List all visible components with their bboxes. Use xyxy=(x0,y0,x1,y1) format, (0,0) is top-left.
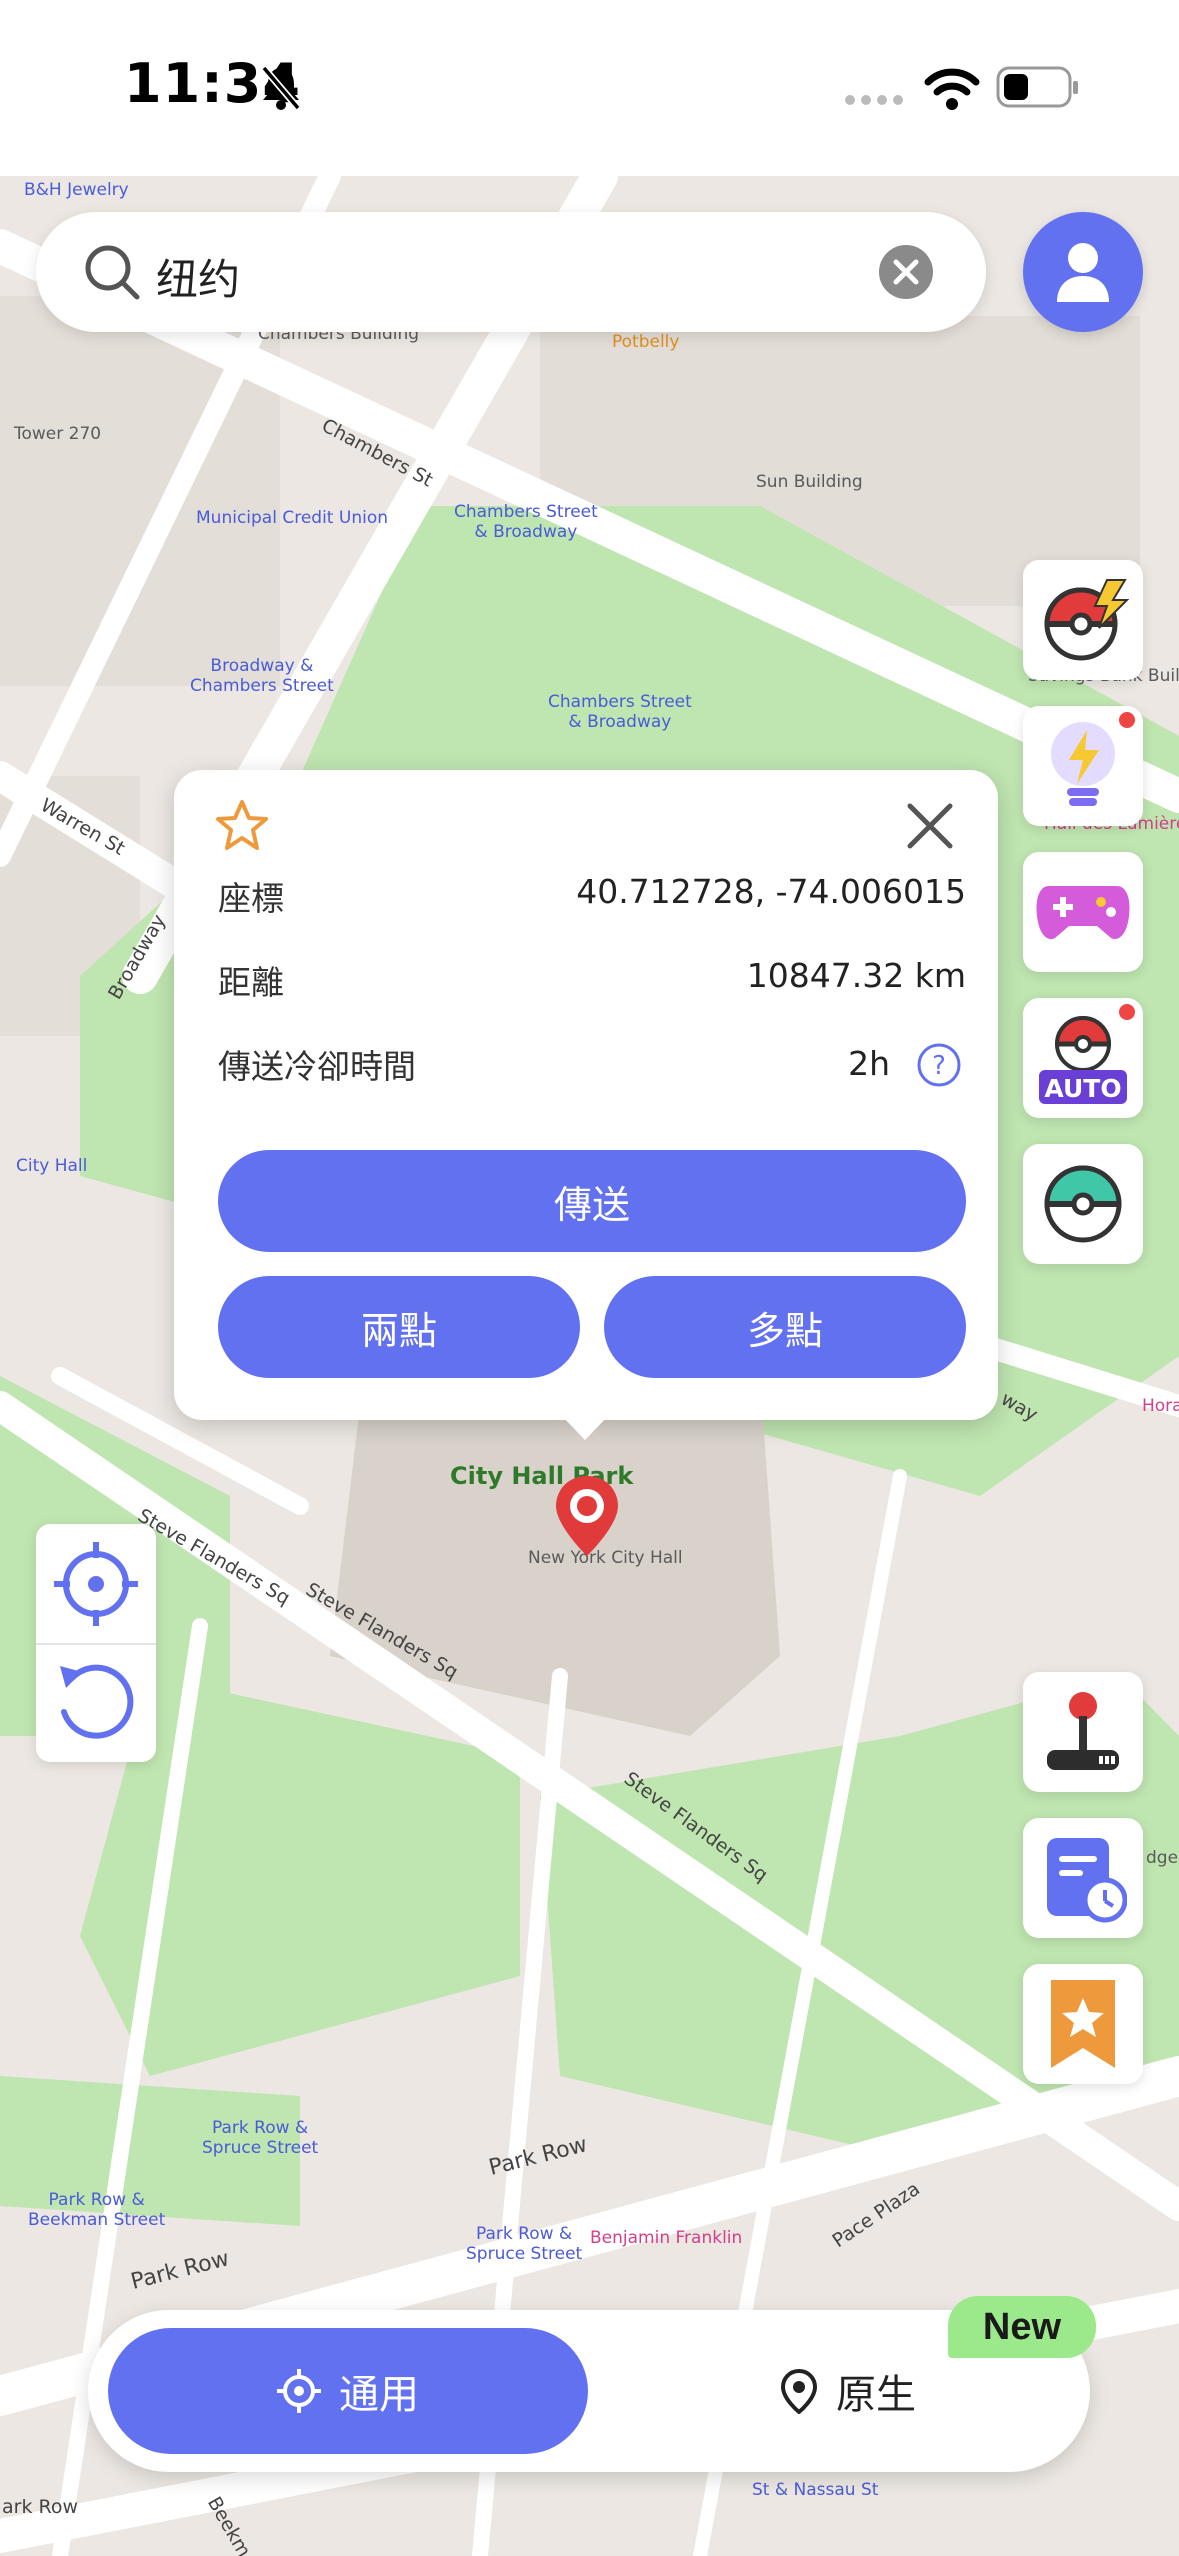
user-icon xyxy=(1057,243,1109,302)
distance-value: 10847.32 km xyxy=(746,956,966,995)
search-icon xyxy=(85,245,140,300)
pokeball-lightning-icon xyxy=(1044,579,1129,661)
search-input[interactable]: 纽约 xyxy=(156,246,240,307)
transit-label: Chambers Street & Broadway xyxy=(548,692,692,732)
divider xyxy=(36,1643,156,1645)
search-bar[interactable]: 纽约 xyxy=(36,212,986,332)
lightbulb-icon xyxy=(1051,722,1115,806)
wifi-icon xyxy=(924,68,980,110)
profile-button[interactable] xyxy=(1023,212,1143,332)
transit-label: Broadway & Chambers Street xyxy=(190,656,334,696)
coordinate-label: 座標 xyxy=(218,879,284,918)
help-icon[interactable]: ? xyxy=(916,1042,962,1088)
distance-label: 距離 xyxy=(218,963,284,1002)
favorites-button[interactable] xyxy=(1023,1964,1143,2084)
battery-icon xyxy=(996,66,1078,108)
favorite-bookmark-icon xyxy=(1051,1980,1115,2068)
transit-label: St & Nassau St xyxy=(752,2480,879,2500)
popup-pointer xyxy=(560,1414,610,1440)
mode-general-button[interactable]: 通用 xyxy=(108,2328,588,2454)
gamepad-button[interactable] xyxy=(1023,852,1143,972)
locate-me-icon[interactable] xyxy=(52,1538,140,1630)
history-list-icon xyxy=(1047,1838,1127,1923)
history-button[interactable] xyxy=(1023,1818,1143,1938)
transit-label: Park Row & Spruce Street xyxy=(466,2224,583,2264)
map-label: Sun Building xyxy=(756,472,863,492)
joystick-button[interactable] xyxy=(1023,1672,1143,1792)
coordinate-value: 40.712728, -74.006015 xyxy=(576,872,966,911)
notification-dot xyxy=(1119,712,1135,728)
transit-label: Chambers Street & Broadway xyxy=(454,502,598,542)
crosshair-icon xyxy=(277,2369,321,2413)
map-label: Benjamin Franklin xyxy=(590,2228,743,2248)
reset-icon[interactable] xyxy=(54,1658,138,1746)
cooldown-label: 傳送冷卻時間 xyxy=(218,1047,416,1086)
cooldown-value: 2h xyxy=(848,1044,890,1083)
mode-general-label: 通用 xyxy=(339,2372,419,2418)
lightbulb-button[interactable] xyxy=(1023,706,1143,826)
map-label: Municipal Credit Union xyxy=(196,508,388,528)
star-outline-icon[interactable] xyxy=(214,798,270,854)
new-badge: New xyxy=(948,2296,1096,2358)
transit-label: Park Row & Beekman Street xyxy=(28,2190,166,2230)
svg-text:?: ? xyxy=(932,1051,946,1081)
mode-native-label: 原生 xyxy=(836,2372,916,2418)
street-label: ark Row xyxy=(2,2496,79,2518)
map-label: Hora xyxy=(1142,1396,1179,1416)
map-pin-icon xyxy=(780,2368,818,2414)
multi-point-button[interactable]: 多點 xyxy=(604,1276,966,1378)
transit-label: City Hall xyxy=(16,1156,88,1176)
pokeball-teal-icon xyxy=(1044,1165,1122,1243)
signal-icon xyxy=(845,95,903,105)
pokeball-auto-button[interactable]: AUTO xyxy=(1023,998,1143,1118)
map-label: dge- xyxy=(1146,1848,1179,1868)
map-controls xyxy=(36,1524,156,1762)
notification-dot xyxy=(1119,1004,1135,1020)
mode-switcher: 通用 原生 xyxy=(88,2310,1090,2472)
clear-search-icon[interactable] xyxy=(878,244,934,300)
gamepad-icon xyxy=(1036,886,1130,940)
bell-slash-icon xyxy=(261,65,301,111)
auto-badge-text: AUTO xyxy=(1044,1074,1121,1103)
status-bar: 11:34 xyxy=(0,0,1179,176)
pokeball-auto-icon: AUTO xyxy=(1039,1016,1127,1104)
map-label: Tower 270 xyxy=(14,424,102,444)
two-point-button[interactable]: 兩點 xyxy=(218,1276,580,1378)
map-label: B&H Jewelry xyxy=(24,180,129,200)
transit-label: Park Row & Spruce Street xyxy=(202,2118,319,2158)
pokeball-teal-button[interactable] xyxy=(1023,1144,1143,1264)
close-icon[interactable] xyxy=(904,800,956,852)
joystick-icon xyxy=(1047,1692,1119,1770)
location-popup: 座標 40.712728, -74.006015 距離 10847.32 km … xyxy=(174,770,998,1420)
teleport-button[interactable]: 傳送 xyxy=(218,1150,966,1252)
pokeball-lightning-button[interactable] xyxy=(1023,560,1143,680)
map-label: Potbelly xyxy=(612,332,680,352)
location-pin-icon[interactable] xyxy=(552,1474,622,1558)
